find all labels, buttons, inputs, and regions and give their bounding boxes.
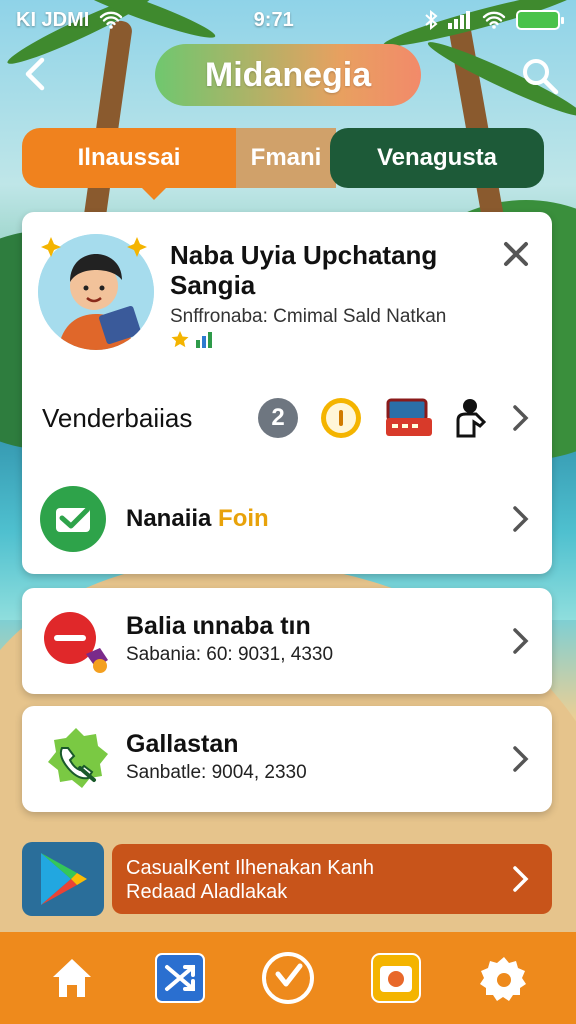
camera-icon [371,953,421,1003]
vendor-icons: 2 [258,395,494,441]
nanaiia-row[interactable]: Nanaiia Foin [22,474,552,564]
nav-play[interactable] [258,948,318,1008]
back-arrow-icon[interactable] [18,56,54,92]
checkmark-icon [40,486,106,552]
tab-fmani[interactable]: Fmani [236,128,336,188]
promo-line-1: CasualKent Ilhenakan Kanh [126,857,374,879]
vendor-row[interactable]: Venderbaiias 2 [22,382,552,454]
cash-register-icon[interactable] [384,396,434,440]
chevron-right-icon [513,746,529,772]
profile-name: Naba Uyia Upchatang Sangia [170,240,438,300]
tab-ilnaussai[interactable]: Ilnaussai [22,128,236,200]
close-icon[interactable] [500,238,532,270]
chart-badge-icon [196,332,212,348]
tab-bar: Ilnaussai Fmani Venagusta [22,128,550,200]
chevron-right-icon [513,628,529,654]
page-title: Midanegia [155,44,421,106]
shuffle-icon [155,953,205,1003]
star-badge-icon [171,331,189,348]
profile-subtitle: Snffronaba: Cmimal Sald Natkan [170,306,447,327]
wifi-icon [100,11,123,29]
list-item-title: Gallastan [126,730,239,758]
nav-home[interactable] [42,948,102,1008]
sparkle-icon [41,237,61,257]
bluetooth-icon [425,10,438,30]
profile-card: Naba Uyia Upchatang Sangia Snffronaba: C… [22,212,552,574]
info-badge-icon[interactable] [318,395,364,441]
play-store-icon [22,842,104,916]
promo-banner[interactable]: CasualKent Ilhenakan Kanh Redaad Aladlak… [22,842,552,916]
search-icon[interactable] [520,56,560,96]
list-item-detail: Sanbatle: 9004, 2330 [126,762,307,783]
promo-text: CasualKent Ilhenakan Kanh Redaad Aladlak… [112,844,552,914]
nav-settings[interactable] [474,948,534,1008]
play-icon [262,952,314,1004]
nanaiia-label: Nanaiia Foin [126,505,269,532]
chevron-right-icon [513,405,529,431]
list-item-title: Balia ɩnnaba tın [126,612,311,640]
nav-camera[interactable] [366,948,426,1008]
carrier-label: KI JDMI [16,8,90,31]
battery-icon [516,10,564,30]
home-icon [53,959,91,997]
vendor-count-badge: 2 [258,398,298,438]
list-item-detail: Sabania: 60: 9031, 4330 [126,644,334,665]
chevron-right-icon [513,506,529,532]
person-desk-icon[interactable] [454,396,494,440]
profile-badges [170,330,214,348]
promo-line-2: Redaad Aladlakak [126,881,288,903]
gear-icon [480,957,526,1001]
list-item[interactable]: Gallastan Sanbatle: 9004, 2330 [22,706,552,812]
vendor-row-label: Venderbaiias [42,402,193,433]
clock: 9:71 [253,8,294,31]
signal-icon [448,11,470,29]
list-item[interactable]: Balia ɩnnaba tın Sabania: 60: 9031, 4330 [22,588,552,694]
status-bar: KI JDMI 9:71 [0,0,576,40]
phone-badge-icon [48,728,108,788]
vendor-count-value: 2 [271,404,285,431]
app-header: Midanegia [0,44,576,106]
sparkle-icon [127,237,147,257]
wifi-icon [482,11,506,29]
ban-sign-icon [44,612,108,673]
chevron-right-icon [513,866,529,892]
nav-shuffle[interactable] [150,948,210,1008]
tab-venagusta[interactable]: Venagusta [330,128,544,188]
bottom-nav [0,932,576,1024]
